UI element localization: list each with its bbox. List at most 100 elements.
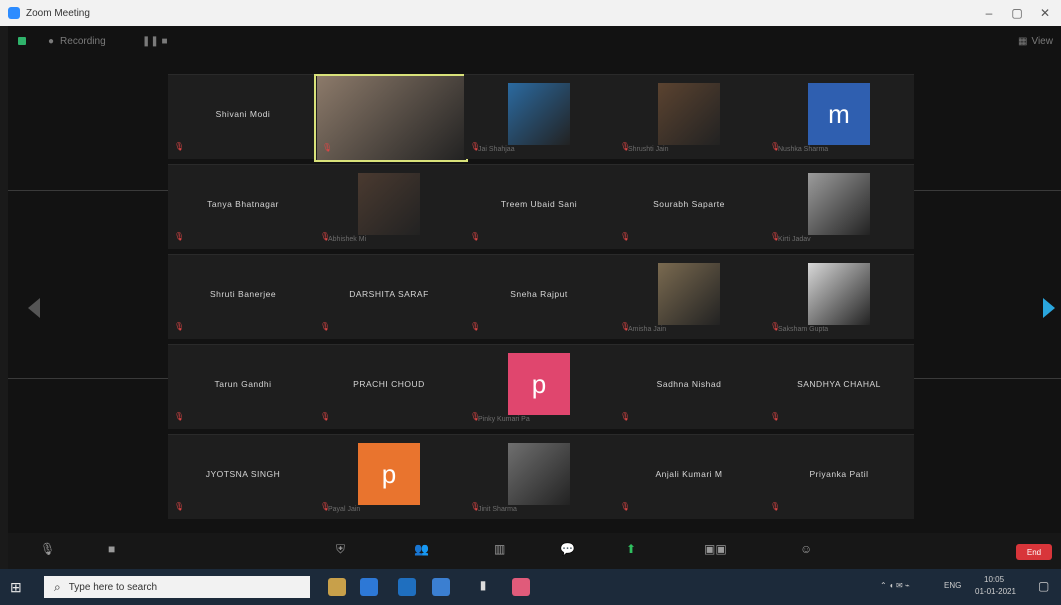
recording-icon: ●	[48, 35, 55, 47]
muted-mic-icon: 🎙	[174, 232, 185, 241]
participant-tile[interactable]: Shivani Modi 🎙	[168, 74, 318, 159]
participant-tile[interactable]: Anjali Kumari M 🎙	[614, 434, 764, 519]
taskbar-search-box[interactable]: ⌕ Type here to search	[44, 576, 310, 598]
participant-tile[interactable]: 🎙 Kirti Jadav	[764, 164, 914, 249]
participant-tile[interactable]: Sadhna Nishad 🎙	[614, 344, 764, 429]
tray-icons[interactable]: ⌃ ◖ ✉ ⌁	[880, 581, 910, 590]
participant-caption: Nushka Sharma	[778, 146, 829, 153]
window-titlebar: Zoom Meeting – ▢ ✕	[0, 0, 1061, 26]
participant-caption: Abhishek Mi	[328, 236, 367, 243]
participant-tile[interactable]: p 🎙 Payal Jain	[314, 434, 464, 519]
participant-tile[interactable]: PRACHI CHOUD 🎙	[314, 344, 464, 429]
muted-mic-icon: 🎙	[322, 143, 333, 152]
participant-tile[interactable]: Treem Ubaid Sani 🎙	[464, 164, 614, 249]
participant-name: Sneha Rajput	[510, 289, 568, 299]
next-page-arrow-icon[interactable]	[1043, 298, 1055, 318]
recording-indicator[interactable]: ● Recording	[48, 35, 106, 47]
tray-time[interactable]: 10:05	[984, 575, 1004, 584]
participant-tile[interactable]: 🎙 Jai Shahjaa	[464, 74, 614, 159]
muted-mic-icon: 🎙	[174, 412, 185, 421]
pause-stop-recording-controls[interactable]: ❚❚ ■	[142, 35, 168, 47]
participant-tile[interactable]: Tarun Gandhi 🎙	[168, 344, 318, 429]
participant-caption: Jai Shahjaa	[478, 146, 515, 153]
reactions-icon[interactable]: ☺	[800, 542, 812, 556]
participant-tile[interactable]: Priyanka Patil 🎙	[764, 434, 914, 519]
participant-caption: Kirti Jadav	[778, 236, 811, 243]
participant-name: Priyanka Patil	[809, 469, 869, 479]
participant-name: PRACHI CHOUD	[353, 379, 425, 389]
file-explorer-icon[interactable]	[328, 578, 346, 596]
view-button[interactable]: ▦ View	[1018, 35, 1053, 47]
participant-avatar-letter: m	[808, 83, 870, 145]
participants-icon[interactable]: 👥	[414, 542, 429, 556]
tray-language[interactable]: ENG	[944, 581, 961, 590]
participant-tile[interactable]: JYOTSNA SINGH 🎙	[168, 434, 318, 519]
participant-name: SANDHYA CHAHAL	[797, 379, 881, 389]
muted-mic-icon: 🎙	[174, 142, 185, 151]
participant-tile[interactable]: 🎙 Amisha Jain	[614, 254, 764, 339]
meeting-top-strip: ● Recording ❚❚ ■ ▦ View	[8, 26, 1061, 56]
maximize-button[interactable]: ▢	[1003, 0, 1031, 26]
participant-tile[interactable]: Sourabh Saparte 🎙	[614, 164, 764, 249]
participant-tile[interactable]: Tanya Bhatnagar 🎙	[168, 164, 318, 249]
participant-caption: Pinky Kumari Pa	[478, 416, 530, 423]
pinned-app-icon[interactable]: ▮	[474, 578, 492, 596]
previous-page-arrow-icon[interactable]	[28, 298, 40, 318]
zoom-taskbar-icon[interactable]	[360, 578, 378, 596]
participant-name: Anjali Kumari M	[655, 469, 723, 479]
start-menu-icon[interactable]: ⊞	[10, 579, 26, 595]
mute-microphone-icon[interactable]: 🎙	[40, 542, 55, 556]
close-button[interactable]: ✕	[1031, 0, 1059, 26]
recording-label: Recording	[60, 35, 106, 47]
search-icon: ⌕	[54, 579, 61, 594]
polls-icon[interactable]: ▥	[494, 542, 505, 556]
notification-icon[interactable]: ▢	[1038, 579, 1049, 593]
participant-tile[interactable]: 🎙 Shrushti Jain	[614, 74, 764, 159]
participant-tile[interactable]: SANDHYA CHAHAL 🎙	[764, 344, 914, 429]
participant-tile[interactable]: 🎙	[314, 74, 468, 162]
breakout-rooms-icon[interactable]: ▣▣	[704, 542, 727, 556]
store-icon[interactable]	[432, 578, 450, 596]
share-screen-icon[interactable]: ⬆	[626, 542, 636, 556]
end-meeting-button[interactable]: End	[1016, 544, 1052, 560]
participant-tile[interactable]: 🎙 Jinit Sharma	[464, 434, 614, 519]
muted-mic-icon: 🎙	[470, 232, 481, 241]
participant-tile[interactable]: Shruti Banerjee 🎙	[168, 254, 318, 339]
participant-photo	[808, 263, 870, 325]
muted-mic-icon: 🎙	[174, 502, 185, 511]
participant-caption: Saksham Gupta	[778, 326, 829, 333]
chat-icon[interactable]: 💬	[560, 542, 575, 556]
participant-photo	[658, 83, 720, 145]
muted-mic-icon: 🎙	[174, 322, 185, 331]
participant-tile[interactable]: 🎙 Abhishek Mi	[314, 164, 464, 249]
muted-mic-icon: 🎙	[620, 502, 631, 511]
media-app-icon[interactable]	[512, 578, 530, 596]
muted-mic-icon: 🎙	[470, 322, 481, 331]
participant-name: Shruti Banerjee	[209, 289, 277, 299]
stop-video-icon[interactable]: ■	[108, 542, 115, 556]
participant-name: Treem Ubaid Sani	[500, 199, 578, 209]
participant-tile[interactable]: DARSHITA SARAF 🎙	[314, 254, 464, 339]
encryption-shield-icon[interactable]	[18, 35, 26, 47]
participant-tile[interactable]: p 🎙 Pinky Kumari Pa	[464, 344, 614, 429]
participant-tile[interactable]: Sneha Rajput 🎙	[464, 254, 614, 339]
muted-mic-icon: 🎙	[320, 322, 331, 331]
participant-caption: Payal Jain	[328, 506, 361, 513]
participant-name: Shivani Modi	[215, 109, 271, 119]
browser-icon[interactable]	[398, 578, 416, 596]
participant-name: Sadhna Nishad	[656, 379, 722, 389]
grid-icon: ▦	[1018, 35, 1028, 47]
participant-tile[interactable]: 🎙 Saksham Gupta	[764, 254, 914, 339]
participant-name: DARSHITA SARAF	[349, 289, 429, 299]
participant-photo	[508, 83, 570, 145]
participant-tile[interactable]: m 🎙 Nushka Sharma	[764, 74, 914, 159]
minimize-button[interactable]: –	[975, 0, 1003, 26]
security-icon[interactable]: ⛨	[336, 542, 345, 557]
participant-caption: Amisha Jain	[628, 326, 667, 333]
muted-mic-icon: 🎙	[320, 412, 331, 421]
tray-date[interactable]: 01-01-2021	[975, 587, 1016, 596]
view-label: View	[1031, 35, 1053, 47]
participant-photo	[358, 173, 420, 235]
muted-mic-icon: 🎙	[770, 412, 781, 421]
participant-video	[317, 76, 465, 160]
